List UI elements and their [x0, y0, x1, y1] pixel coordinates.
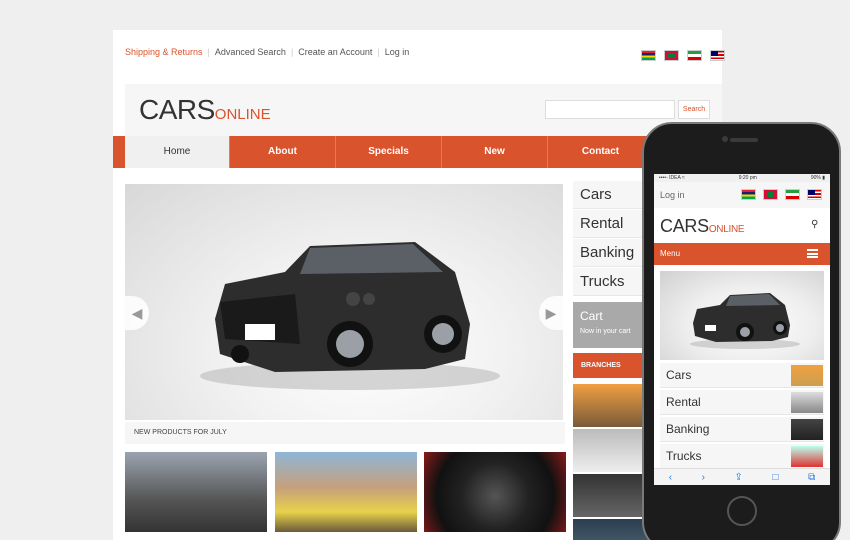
mobile-login-link[interactable]: Log in [660, 190, 685, 200]
flag-maldives-icon[interactable] [664, 50, 679, 61]
search-button[interactable]: Search [678, 100, 710, 119]
flag-mauritius-icon[interactable] [741, 189, 756, 200]
home-button[interactable] [727, 496, 757, 526]
back-icon[interactable]: ‹ [669, 472, 672, 483]
menu-label: Menu [660, 249, 681, 258]
cart-title: Cart [580, 309, 603, 323]
flag-iran-icon[interactable] [785, 189, 800, 200]
logo-text-main: CARS [660, 216, 709, 236]
search-icon[interactable]: ⚲ [811, 219, 818, 230]
branches-header: BRANCHES [573, 353, 653, 378]
logo-text-sub: ONLINE [708, 224, 745, 235]
mobile-logo[interactable]: CARSONLINE [660, 216, 745, 237]
main-navigation: Home About Specials New Contact [113, 136, 722, 168]
mobile-category-trucks[interactable]: Trucks [660, 444, 824, 469]
flag-malaysia-icon[interactable] [710, 50, 725, 61]
forward-icon[interactable]: › [702, 472, 705, 483]
category-label: Rental [666, 395, 701, 409]
advanced-search-link[interactable]: Advanced Search [215, 47, 286, 57]
sidebar-item-rental[interactable]: Rental [573, 210, 653, 238]
nav-specials[interactable]: Specials [335, 136, 441, 168]
share-icon[interactable]: ⇪ [735, 472, 743, 483]
flag-malaysia-icon[interactable] [807, 189, 822, 200]
sidebar-item-banking[interactable]: Banking [573, 239, 653, 267]
nav-about[interactable]: About [229, 136, 335, 168]
bookmarks-icon[interactable]: □ [772, 472, 778, 483]
sidebar-categories: Cars Rental Banking Trucks [573, 181, 653, 297]
category-thumbnail [791, 446, 823, 467]
flag-mauritius-icon[interactable] [641, 50, 656, 61]
create-account-link[interactable]: Create an Account [298, 47, 372, 57]
mobile-category-rental[interactable]: Rental [660, 390, 824, 415]
sidebar-item-trucks[interactable]: Trucks [573, 268, 653, 296]
category-thumbnail [791, 392, 823, 413]
mobile-language-flags [741, 189, 822, 200]
branch-thumbnail[interactable] [573, 384, 653, 427]
separator: | [207, 47, 210, 57]
category-thumbnail [791, 419, 823, 440]
cart-box[interactable]: Cart Now in your cart [573, 302, 653, 348]
product-thumbnail[interactable] [125, 452, 267, 532]
category-thumbnail [791, 365, 823, 386]
nav-new[interactable]: New [441, 136, 547, 168]
mobile-category-banking[interactable]: Banking [660, 417, 824, 442]
cart-text: Now in your cart [580, 328, 631, 335]
top-links: Shipping & Returns | Advanced Search | Creat… [125, 47, 409, 57]
shipping-returns-link[interactable]: Shipping & Returns [125, 47, 203, 57]
browser-toolbar: ‹ › ⇪ □ ⧉ [654, 468, 830, 485]
category-label: Cars [666, 368, 692, 382]
tabs-icon[interactable]: ⧉ [808, 472, 815, 483]
separator: | [377, 47, 380, 57]
category-label: Banking [666, 422, 710, 436]
phone-speaker-icon [730, 138, 758, 142]
sidebar-item-cars[interactable]: Cars [573, 181, 653, 209]
new-products-header: NEW PRODUCTS FOR JULY [125, 422, 565, 444]
mobile-menu-bar[interactable]: Menu [654, 243, 830, 265]
login-link[interactable]: Log in [385, 47, 410, 57]
product-thumbnail[interactable] [424, 452, 566, 532]
language-flags [641, 50, 725, 61]
phone-camera-icon [722, 136, 728, 142]
status-battery: 90% ▮ [810, 175, 825, 181]
car-image [200, 242, 500, 390]
flag-maldives-icon[interactable] [763, 189, 778, 200]
search-input[interactable] [545, 100, 675, 119]
nav-home[interactable]: Home [125, 136, 229, 168]
hamburger-icon[interactable] [807, 249, 818, 258]
status-bar: ••••◦ IDEA ≈ 9:20 pm 90% ▮ [654, 174, 830, 182]
product-thumbnail[interactable] [275, 452, 417, 532]
status-time: 9:20 pm [738, 175, 757, 181]
phone-screen: ••••◦ IDEA ≈ 9:20 pm 90% ▮ Log in CARSON… [654, 174, 830, 485]
logo-text-sub: ONLINE [214, 106, 271, 123]
mobile-topbar: Log in [654, 182, 830, 208]
branch-thumbnail[interactable] [573, 429, 653, 472]
site-header: CARSONLINE Search [125, 84, 722, 136]
mobile-hero-image[interactable] [660, 271, 824, 360]
phone-mockup: ••••◦ IDEA ≈ 9:20 pm 90% ▮ Log in CARSON… [642, 122, 841, 540]
hero-slider[interactable]: ◀ ▶ [125, 184, 563, 420]
car-image [690, 293, 800, 349]
category-label: Trucks [666, 449, 702, 463]
mobile-category-cars[interactable]: Cars [660, 363, 824, 388]
status-carrier: ••••◦ IDEA ≈ [659, 175, 685, 181]
website-desktop: Shipping & Returns | Advanced Search | Creat… [113, 30, 725, 540]
flag-iran-icon[interactable] [687, 50, 702, 61]
site-logo[interactable]: CARSONLINE [139, 96, 271, 124]
nav-contact[interactable]: Contact [547, 136, 653, 168]
logo-text-main: CARS [139, 94, 215, 125]
branch-thumbnail[interactable] [573, 519, 653, 540]
separator: | [290, 47, 294, 57]
branch-thumbnail[interactable] [573, 474, 653, 517]
